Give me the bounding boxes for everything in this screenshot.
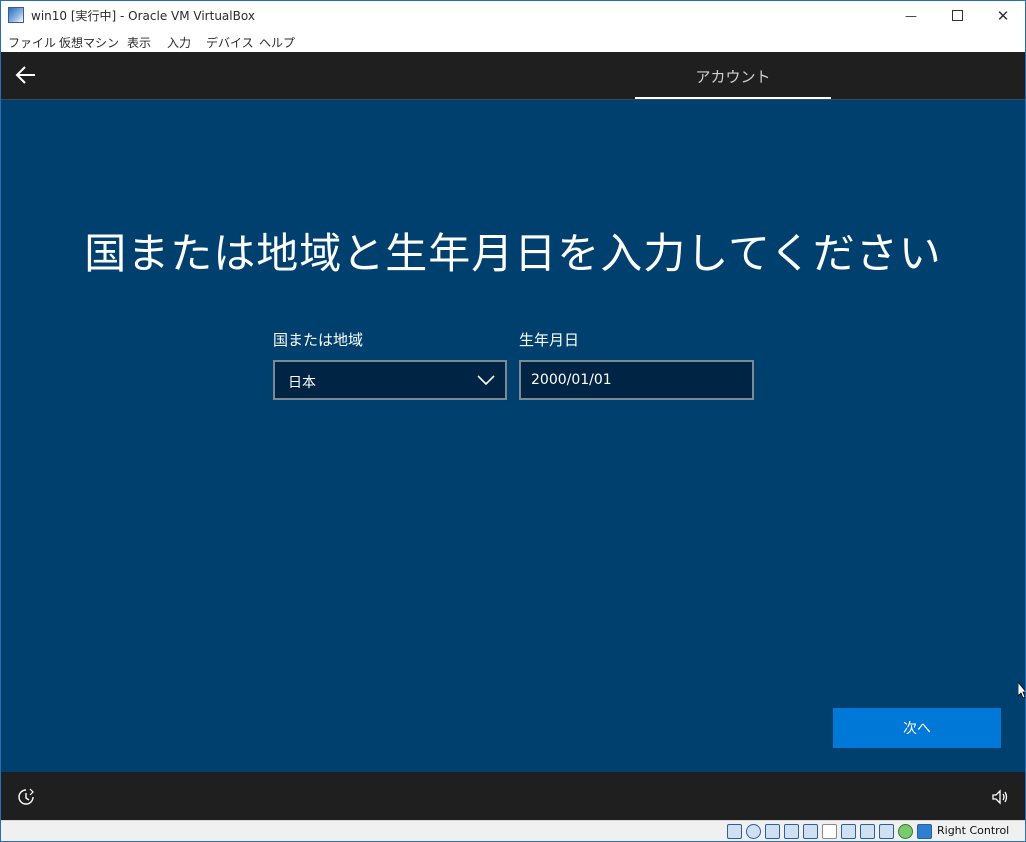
title-bar: win10 [実行中] - Oracle VM VirtualBox — ✕: [0, 0, 1026, 31]
menu-view[interactable]: 表示: [127, 34, 151, 51]
chevron-down-icon: [477, 375, 495, 386]
header-divider: [1, 99, 1025, 100]
region-selected-value: 日本: [288, 375, 316, 391]
shared-folders-icon[interactable]: [822, 824, 837, 839]
optical-drive-icon[interactable]: [746, 824, 761, 839]
network-icon[interactable]: [784, 824, 799, 839]
menu-devices[interactable]: デバイス: [206, 34, 254, 51]
birthdate-label: 生年月日: [519, 331, 580, 349]
back-arrow-icon[interactable]: [13, 62, 39, 88]
mouse-integration-icon[interactable]: [898, 824, 913, 839]
status-bar: Right Control: [0, 820, 1026, 842]
menu-file[interactable]: ファイル: [8, 34, 56, 51]
birthdate-input[interactable]: [519, 360, 754, 400]
window-title: win10 [実行中] - Oracle VM VirtualBox: [31, 9, 255, 23]
menu-machine[interactable]: 仮想マシン: [59, 34, 119, 51]
next-button[interactable]: 次へ: [833, 708, 1001, 748]
usb-icon[interactable]: [803, 824, 818, 839]
oobe-header-bar: アカウント: [1, 52, 1025, 99]
maximize-icon: [951, 10, 963, 21]
menu-help[interactable]: ヘルプ: [259, 34, 295, 51]
host-key-label: Right Control: [937, 824, 1010, 837]
maximize-button[interactable]: [934, 0, 980, 31]
close-icon: ✕: [996, 6, 1010, 25]
hard-disk-icon[interactable]: [727, 824, 742, 839]
menu-input[interactable]: 入力: [167, 34, 191, 51]
menu-bar: ファイル 仮想マシン 表示 入力 デバイス ヘルプ: [0, 31, 1026, 52]
vm-display[interactable]: アカウント 国または地域と生年月日を入力してください 国または地域 生年月日 日…: [1, 52, 1025, 820]
keyboard-capture-icon[interactable]: [917, 824, 932, 839]
oobe-footer-bar: [1, 772, 1025, 820]
region-label: 国または地域: [273, 331, 364, 349]
ease-of-access-icon[interactable]: [17, 788, 35, 806]
minimize-icon: —: [905, 8, 917, 23]
close-button[interactable]: ✕: [980, 0, 1026, 31]
display-icon[interactable]: [841, 824, 856, 839]
mouse-cursor-icon: [1018, 682, 1026, 698]
minimize-button[interactable]: —: [888, 0, 934, 31]
volume-icon[interactable]: [991, 788, 1009, 806]
audio-icon[interactable]: [765, 824, 780, 839]
region-select[interactable]: 日本: [273, 360, 507, 400]
page-heading: 国または地域と生年月日を入力してください: [84, 229, 942, 278]
recording-icon[interactable]: [860, 824, 875, 839]
virtualization-icon[interactable]: [879, 824, 894, 839]
virtualbox-app-icon: [8, 7, 24, 23]
step-account-label: アカウント: [695, 68, 771, 86]
